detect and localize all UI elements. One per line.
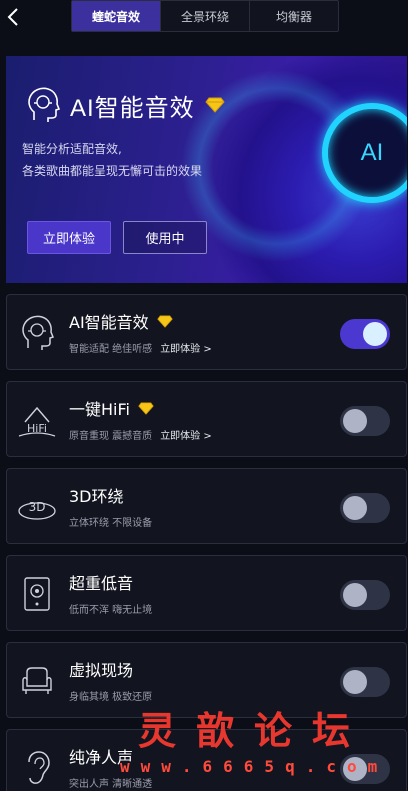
tab-equalizer[interactable]: 均衡器 — [250, 1, 338, 31]
effect-toggle-ai[interactable] — [340, 319, 390, 349]
speaker-icon — [17, 574, 57, 614]
banner-description: 智能分析适配音效, 各类歌曲都能呈现无懈可击的效果 — [22, 138, 202, 182]
try-now-link[interactable]: 立即体验 > — [160, 340, 212, 355]
toggle-knob — [343, 583, 367, 607]
watermark-url: www.6665q.com — [120, 757, 389, 776]
watermark-title: 灵歆论坛 — [138, 708, 371, 753]
effect-title: 一键HiFi — [69, 400, 130, 419]
effect-title: 虚拟现场 — [69, 661, 134, 680]
effect-subtitle: 原音重现 震撼音质 — [69, 431, 153, 442]
effect-card-hifi[interactable]: HiFi 一键HiFi 原音重现 震撼音质 立即体验 > — [6, 381, 407, 457]
effect-card-ai[interactable]: AI智能音效 智能适配 绝佳听感 立即体验 > — [6, 294, 407, 370]
tab-viper-effects[interactable]: 蝰蛇音效 — [72, 1, 161, 31]
effect-title: 超重低音 — [69, 574, 134, 593]
effect-tabs: 蝰蛇音效 全景环绕 均衡器 — [71, 0, 339, 32]
try-now-link[interactable]: 立即体验 > — [160, 427, 212, 442]
in-use-button[interactable]: 使用中 — [123, 221, 207, 254]
banner-header: AI智能音效 — [26, 86, 225, 124]
toggle-knob — [363, 322, 387, 346]
banner-desc-line2: 各类歌曲都能呈现无懈可击的效果 — [22, 164, 203, 178]
diamond-icon — [138, 402, 154, 415]
back-button[interactable] — [2, 4, 24, 30]
svg-text:3D: 3D — [29, 500, 46, 514]
effect-card-3d[interactable]: 3D 3D环绕 立体环绕 不限设备 — [6, 468, 407, 544]
toggle-knob — [343, 496, 367, 520]
back-arrow-icon — [7, 8, 18, 26]
effect-card-bass[interactable]: 超重低音 低而不浑 嗨无止境 — [6, 555, 407, 631]
effect-toggle-virtual-live[interactable] — [340, 667, 390, 697]
effect-toggle-hifi[interactable] — [340, 406, 390, 436]
top-bar: 蝰蛇音效 全景环绕 均衡器 — [0, 0, 408, 34]
ai-ring-label: AI — [360, 139, 384, 166]
diamond-icon — [156, 315, 173, 328]
effect-toggle-3d[interactable] — [340, 493, 390, 523]
effect-subtitle: 低而不浑 嗨无止境 — [69, 605, 153, 616]
banner-desc-line1: 智能分析适配音效, — [22, 142, 122, 156]
effect-subtitle: 立体环绕 不限设备 — [69, 518, 153, 529]
ai-head-icon — [17, 313, 57, 353]
effect-title: 3D环绕 — [69, 487, 124, 506]
effect-subtitle: 智能适配 绝佳听感 — [69, 344, 153, 355]
try-now-button[interactable]: 立即体验 — [27, 221, 111, 254]
3d-surround-icon: 3D — [17, 487, 57, 527]
ai-effect-banner: AI AI智能音效 智能分析适配音效, 各类歌曲都能呈现无懈可击的效果 立即体验… — [6, 56, 407, 283]
ear-icon — [17, 748, 57, 788]
effect-toggle-bass[interactable] — [340, 580, 390, 610]
diamond-icon — [205, 97, 225, 113]
effect-subtitle: 突出人声 清晰通透 — [69, 779, 153, 790]
tab-panoramic-surround[interactable]: 全景环绕 — [161, 1, 250, 31]
toggle-knob — [343, 409, 367, 433]
armchair-icon — [17, 661, 57, 701]
ai-head-icon — [28, 87, 60, 122]
effect-title: AI智能音效 — [69, 313, 149, 332]
hifi-icon: HiFi — [17, 400, 57, 440]
banner-title: AI智能音效 — [70, 94, 195, 122]
toggle-knob — [343, 670, 367, 694]
